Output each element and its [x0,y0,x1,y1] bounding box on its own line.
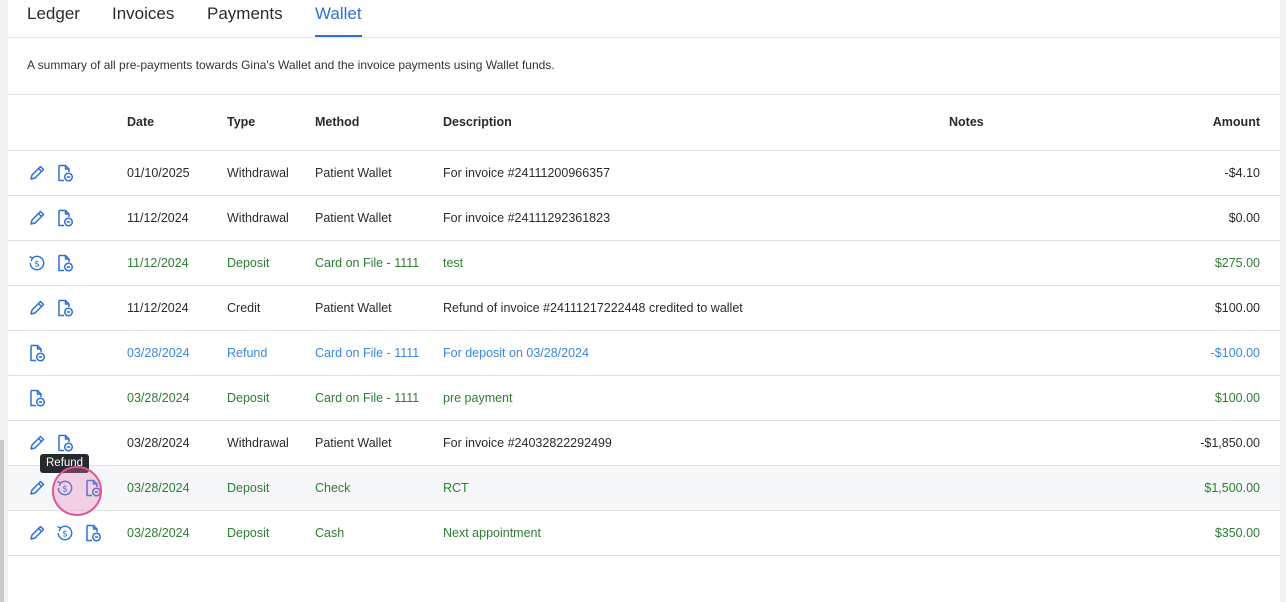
table-row[interactable]: 03/28/2024 Deposit Card on File - 1111 pre … [8,376,1280,421]
row-date: 11/12/2024 [127,211,189,225]
row-amount: $350.00 [1214,526,1260,540]
svg-text:$: $ [34,260,40,270]
refund-icon[interactable]: $ [27,253,47,273]
row-date: 03/28/2024 [127,436,190,450]
pencil-icon[interactable] [27,478,47,498]
row-type: Credit [227,301,261,315]
row-description: pre payment [443,391,513,405]
invoice-doc-icon[interactable] [55,208,75,228]
tab-invoices[interactable]: Invoices [112,0,174,37]
pencil-icon[interactable] [27,523,47,543]
row-method: Cash [315,526,345,540]
row-date: 03/28/2024 [127,526,190,540]
table-bottom-border [8,555,1280,556]
row-amount: -$1,850.00 [1200,436,1260,450]
pencil-icon[interactable] [27,433,47,453]
pencil-icon[interactable] [27,163,47,183]
row-description: For invoice #24111200966357 [443,166,611,180]
refund-icon[interactable]: $ [55,478,75,498]
invoice-doc-icon[interactable] [55,253,75,273]
row-type: Deposit [227,391,270,405]
pencil-icon[interactable] [27,298,47,318]
row-type: Refund [227,346,268,360]
row-type: Deposit [227,526,270,540]
row-type: Deposit [227,481,270,495]
tab-ledger[interactable]: Ledger [27,0,80,37]
row-amount: $1,500.00 [1204,481,1260,495]
row-type: Deposit [227,256,270,270]
left-scroll-rail [0,0,8,602]
row-method: Patient Wallet [315,436,392,450]
table-row[interactable]: $03/28/2024 Deposit Check RCT $1,500.00 [8,466,1280,511]
row-method: Card on File - 1111 [315,256,420,270]
row-date: 11/12/2024 [127,256,189,270]
invoice-doc-icon[interactable] [27,388,47,408]
row-amount: $0.00 [1228,211,1260,225]
row-date: 03/28/2024 [127,391,190,405]
row-date: 11/12/2024 [127,301,189,315]
row-type: Withdrawal [227,166,289,180]
invoice-doc-icon[interactable] [83,523,103,543]
row-description: Next appointment [443,526,541,540]
row-amount: $275.00 [1214,256,1260,270]
row-method: Patient Wallet [315,211,392,225]
row-description: Refund of invoice #24111217222448 credit… [443,301,743,315]
row-description: For deposit on 03/28/2024 [443,346,589,360]
row-description: RCT [443,481,469,495]
column-header-type[interactable]: Type [227,95,255,150]
row-amount: -$100.00 [1210,346,1260,360]
invoice-doc-icon[interactable] [55,163,75,183]
row-description: For invoice #24032822292499 [443,436,612,450]
column-header-description[interactable]: Description [443,95,512,150]
row-date: 01/10/2025 [127,166,190,180]
table-header: Date Type Method Description Notes Amoun… [8,95,1280,151]
column-header-notes[interactable]: Notes [949,95,984,150]
table-row[interactable]: 03/28/2024 Withdrawal Patient Wallet For in… [8,421,1280,466]
tab-payments[interactable]: Payments [207,0,283,37]
tab-wallet[interactable]: Wallet [315,0,362,37]
row-amount: $100.00 [1214,391,1260,405]
row-amount: -$4.10 [1224,166,1260,180]
row-description: For invoice #24111292361823 [443,211,611,225]
invoice-doc-icon[interactable] [27,343,47,363]
row-method: Card on File - 1111 [315,346,420,360]
table-row[interactable]: $03/28/2024 Deposit Cash Next appointment $3… [8,511,1280,556]
row-method: Card on File - 1111 [315,391,420,405]
row-type: Withdrawal [227,211,289,225]
column-header-date[interactable]: Date [127,95,154,150]
pencil-icon[interactable] [27,208,47,228]
row-date: 03/28/2024 [127,481,190,495]
tab-bar: Ledger Invoices Payments Wallet [8,0,1280,38]
refund-tooltip: Refund [40,454,90,473]
left-scrollbar-thumb[interactable] [0,440,4,602]
invoice-doc-icon[interactable] [55,298,75,318]
wallet-summary-text: A summary of all pre-payments towards Gi… [27,58,555,72]
invoice-doc-icon[interactable] [83,478,103,498]
table-row[interactable]: $11/12/2024 Deposit Card on File - 1111 tes… [8,241,1280,286]
svg-text:$: $ [62,530,68,540]
row-method: Patient Wallet [315,166,392,180]
row-date: 03/28/2024 [127,346,190,360]
table-row[interactable]: 11/12/2024 Withdrawal Patient Wallet For in… [8,196,1280,241]
refund-icon[interactable]: $ [55,523,75,543]
table-row[interactable]: 01/10/2025 Withdrawal Patient Wallet For in… [8,151,1280,196]
right-scroll-rail [1280,0,1286,602]
row-method: Patient Wallet [315,301,392,315]
row-description: test [443,256,464,270]
row-method: Check [315,481,351,495]
column-header-method[interactable]: Method [315,95,359,150]
invoice-doc-icon[interactable] [55,433,75,453]
table-row[interactable]: 03/28/2024 Refund Card on File - 1111 For d… [8,331,1280,376]
row-type: Withdrawal [227,436,289,450]
table-row[interactable]: 11/12/2024 Credit Patient Wallet Refund of … [8,286,1280,331]
svg-text:$: $ [62,485,68,495]
row-amount: $100.00 [1214,301,1260,315]
column-header-amount[interactable]: Amount [1213,95,1260,150]
wallet-panel: Ledger Invoices Payments Wallet A summar… [8,0,1280,602]
